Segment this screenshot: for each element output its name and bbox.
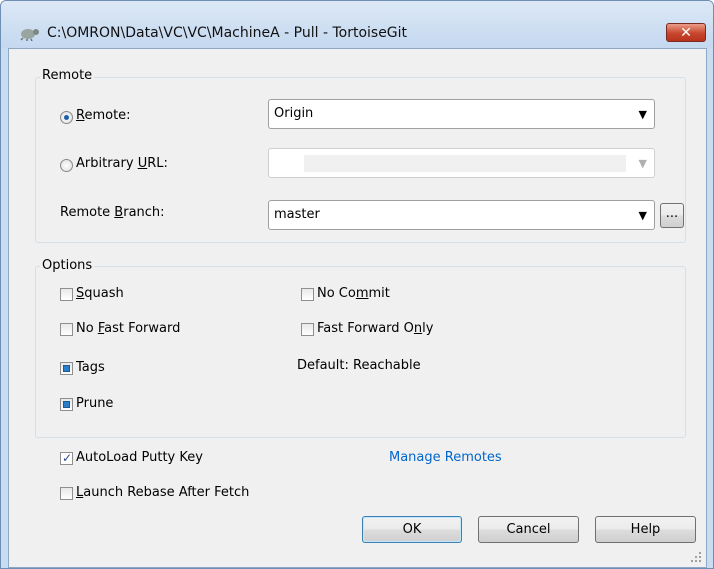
manage-remotes-link[interactable]: Manage Remotes [389, 450, 502, 465]
autoload-putty-key-label[interactable]: AutoLoad Putty Key [76, 450, 203, 465]
no-commit-label[interactable]: No Commit [317, 286, 390, 301]
prune-label[interactable]: Prune [76, 396, 113, 411]
squash-checkbox[interactable] [60, 288, 73, 301]
window-title: C:\OMRON\Data\VC\VC\MachineA - Pull - To… [47, 25, 408, 41]
arbitrary-url-combo[interactable]: ▼ [268, 148, 655, 178]
tortoisegit-icon [20, 29, 39, 41]
cancel-button[interactable]: Cancel [478, 516, 579, 543]
fast-forward-only-label[interactable]: Fast Forward Only [317, 321, 433, 336]
remote-branch-combo[interactable]: master ▼ [268, 200, 655, 230]
remote-radio[interactable] [60, 111, 73, 124]
dropdown-arrow-icon: ▼ [638, 209, 647, 222]
dialog-body: Remote Remote: Origin ▼ Arbitrary URL: ▼… [8, 48, 707, 568]
remote-group-label: Remote [40, 68, 95, 83]
dropdown-arrow-icon: ▼ [638, 108, 647, 121]
remote-branch-value: master [274, 207, 320, 222]
url-input-disabled [304, 155, 626, 172]
help-button[interactable]: Help [595, 516, 696, 543]
squash-label[interactable]: Squash [76, 286, 124, 301]
remote-combo[interactable]: Origin ▼ [268, 99, 655, 129]
title-bar[interactable]: C:\OMRON\Data\VC\VC\MachineA - Pull - To… [1, 1, 713, 48]
ok-button[interactable]: OK [362, 516, 462, 543]
no-fast-forward-label[interactable]: No Fast Forward [76, 321, 180, 336]
launch-rebase-checkbox[interactable] [60, 487, 73, 500]
tags-default-text: Default: Reachable [297, 358, 421, 373]
checkmark-icon: ✓ [62, 451, 73, 465]
launch-rebase-label[interactable]: Launch Rebase After Fetch [76, 485, 249, 500]
tags-label[interactable]: Tags [76, 360, 105, 375]
browse-branch-button[interactable]: ... [660, 203, 684, 228]
remote-branch-label: Remote Branch: [60, 205, 165, 220]
no-fast-forward-checkbox[interactable] [60, 323, 73, 336]
prune-checkbox[interactable] [60, 398, 73, 411]
no-commit-checkbox[interactable] [301, 288, 314, 301]
remote-combo-value: Origin [274, 106, 314, 121]
dropdown-arrow-icon: ▼ [638, 157, 647, 170]
pull-dialog: C:\OMRON\Data\VC\VC\MachineA - Pull - To… [0, 0, 714, 569]
remote-radio-label[interactable]: Remote: [76, 108, 131, 123]
autoload-putty-key-checkbox[interactable]: ✓ [60, 451, 73, 465]
close-button[interactable]: ✕ [666, 23, 706, 42]
fast-forward-only-checkbox[interactable] [301, 323, 314, 336]
tags-checkbox[interactable] [60, 362, 73, 375]
resize-grip-icon[interactable] [690, 551, 702, 563]
arbitrary-url-label[interactable]: Arbitrary URL: [76, 156, 168, 171]
options-group-label: Options [40, 258, 95, 273]
arbitrary-url-radio[interactable] [60, 159, 73, 172]
